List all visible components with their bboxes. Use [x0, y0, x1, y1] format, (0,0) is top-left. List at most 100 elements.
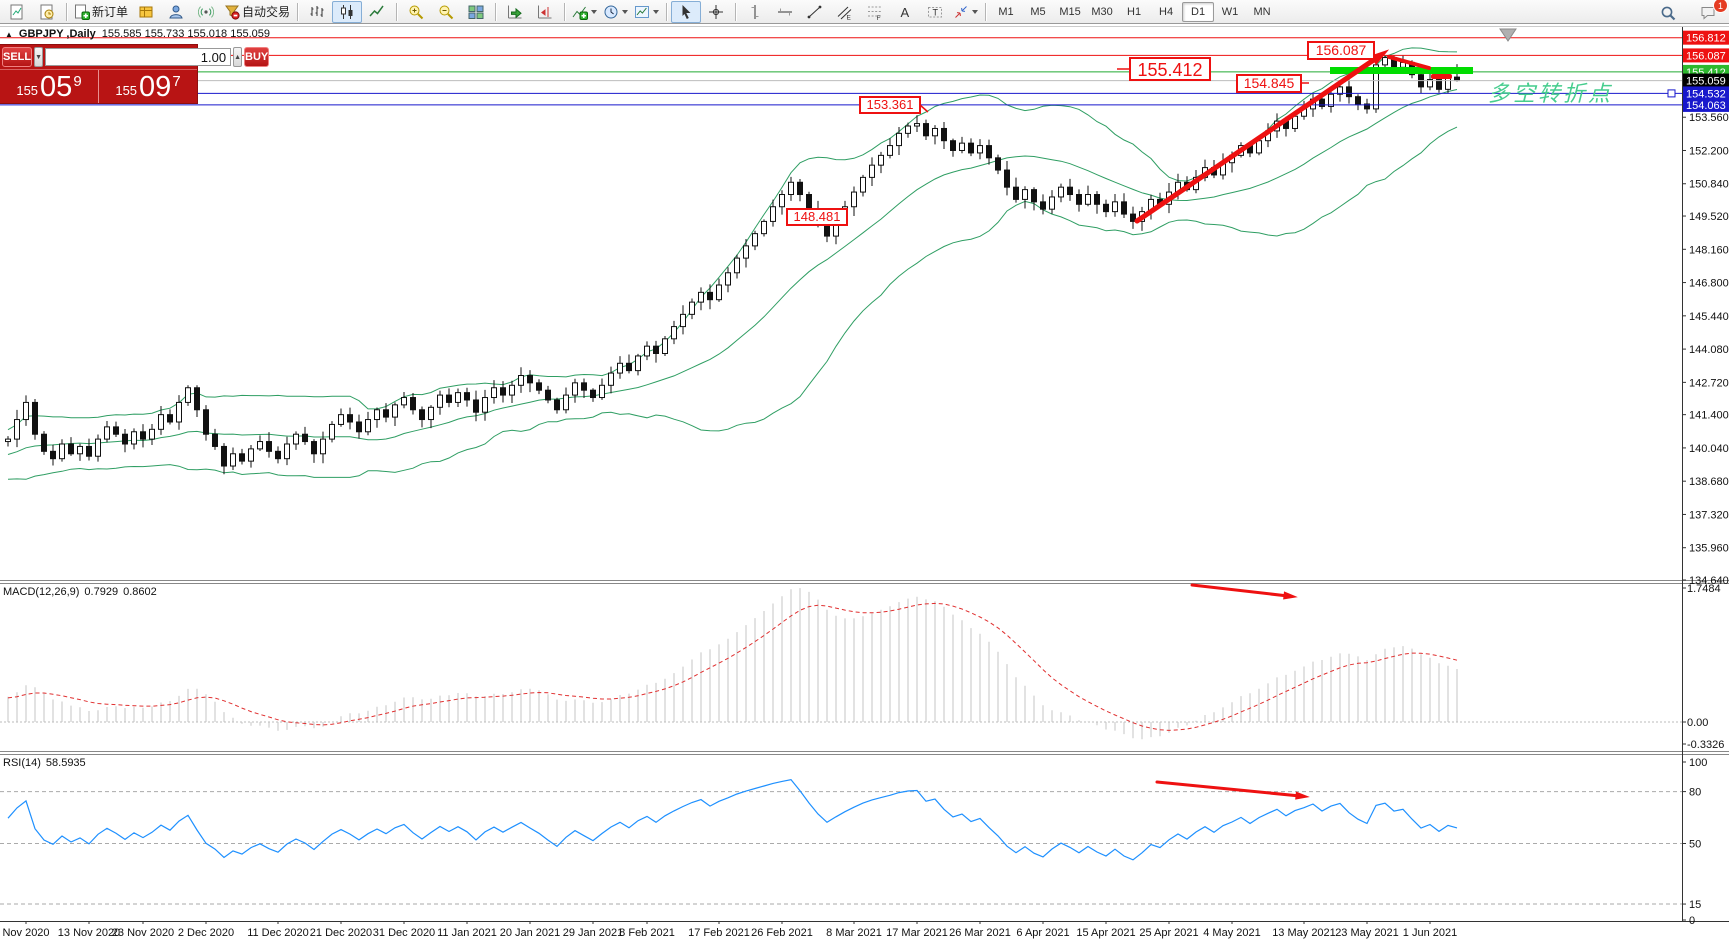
quote-panel-toggle-icon[interactable]: ▲: [5, 30, 13, 39]
svg-text:25 Apr 2021: 25 Apr 2021: [1139, 927, 1198, 939]
svg-text:156.087: 156.087: [1686, 50, 1726, 62]
profiles-button[interactable]: [32, 1, 62, 23]
timeframe-m1-button[interactable]: M1: [990, 2, 1022, 22]
svg-text:0: 0: [1689, 915, 1695, 927]
svg-text:Nov 2020: Nov 2020: [2, 927, 49, 939]
svg-text:15: 15: [1689, 899, 1701, 911]
svg-text:13 May 2021: 13 May 2021: [1272, 927, 1336, 939]
dropdown-caret-icon[interactable]: [622, 10, 628, 14]
new-order-label: 新订单: [92, 3, 128, 20]
new-chart-button[interactable]: [2, 1, 32, 23]
signals-icon: [198, 4, 214, 20]
templates-button[interactable]: [631, 1, 662, 23]
arrows-tool-icon: [953, 4, 969, 20]
periods-button[interactable]: [600, 1, 631, 23]
timeframe-m30-button[interactable]: M30: [1086, 2, 1118, 22]
svg-text:50: 50: [1689, 839, 1701, 851]
svg-text:150.840: 150.840: [1689, 179, 1729, 191]
crosshair-tool-button[interactable]: [701, 1, 731, 23]
chart-area: 153.560152.200150.840149.520148.160146.8…: [0, 0, 1729, 942]
svg-text:144.080: 144.080: [1689, 344, 1729, 356]
vertical-line-tool-icon: [747, 4, 763, 20]
timeframe-mn-button[interactable]: MN: [1246, 2, 1278, 22]
buy-button[interactable]: BUY: [244, 47, 269, 67]
toolbar-separator: [495, 3, 496, 21]
zoom-out-button[interactable]: [431, 1, 461, 23]
market-watch-button[interactable]: [131, 1, 161, 23]
auto-scroll-button[interactable]: [500, 1, 530, 23]
svg-text:1 Jun 2021: 1 Jun 2021: [1403, 927, 1457, 939]
dropdown-caret-icon[interactable]: [653, 10, 659, 14]
svg-text:153.560: 153.560: [1689, 112, 1729, 124]
equidistant-channel-tool-button[interactable]: E: [830, 1, 860, 23]
svg-text:20 Jan 2021: 20 Jan 2021: [500, 927, 561, 939]
candlestick-mode-button[interactable]: [332, 1, 362, 23]
toolbar-separator: [735, 3, 736, 21]
horizontal-line-tool-button[interactable]: [770, 1, 800, 23]
svg-text:-0.3326: -0.3326: [1687, 739, 1724, 751]
vertical-line-tool-button[interactable]: [740, 1, 770, 23]
buy-price[interactable]: 155 09 7: [99, 70, 197, 103]
svg-text:156.087: 156.087: [1316, 42, 1367, 58]
fibonacci-tool-button[interactable]: F: [860, 1, 890, 23]
line-chart-mode-icon: [369, 4, 385, 20]
sell-button[interactable]: SELL: [2, 47, 32, 67]
trendline-tool-button[interactable]: [800, 1, 830, 23]
svg-text:148.160: 148.160: [1689, 244, 1729, 256]
dropdown-caret-icon[interactable]: [972, 10, 978, 14]
svg-text:155.059: 155.059: [1686, 76, 1726, 88]
svg-text:138.680: 138.680: [1689, 476, 1729, 488]
timeframe-h4-button[interactable]: H4: [1150, 2, 1182, 22]
svg-text:29 Jan 2021: 29 Jan 2021: [563, 927, 624, 939]
timeframe-d1-button[interactable]: D1: [1182, 2, 1214, 22]
dropdown-caret-icon[interactable]: [591, 10, 597, 14]
svg-text:8 Feb 2021: 8 Feb 2021: [619, 927, 675, 939]
equidistant-channel-tool-icon: E: [837, 4, 853, 20]
text-tool-button[interactable]: A: [890, 1, 920, 23]
timeframe-m15-button[interactable]: M15: [1054, 2, 1086, 22]
zoom-in-button[interactable]: [401, 1, 431, 23]
svg-text:26 Feb 2021: 26 Feb 2021: [751, 927, 813, 939]
search-button[interactable]: [1653, 2, 1683, 24]
cursor-tool-icon: [678, 4, 694, 20]
bull-bear-turning-point-note[interactable]: 多空转折点: [1488, 81, 1613, 106]
svg-text:135.960: 135.960: [1689, 543, 1729, 555]
indicators-button[interactable]: [569, 1, 600, 23]
navigator-button[interactable]: [161, 1, 191, 23]
indicators-icon: [572, 4, 588, 20]
new-order-button[interactable]: 新订单: [71, 1, 131, 23]
cursor-tool-button[interactable]: [671, 1, 701, 23]
line-chart-mode-button[interactable]: [362, 1, 392, 23]
svg-text:26 Mar 2021: 26 Mar 2021: [949, 927, 1011, 939]
signals-button[interactable]: [191, 1, 221, 23]
svg-text:141.400: 141.400: [1689, 410, 1729, 422]
volume-down-stepper[interactable]: ▼: [34, 47, 43, 67]
chart-shift-button[interactable]: [530, 1, 560, 23]
svg-text:149.520: 149.520: [1689, 211, 1729, 223]
market-watch-icon: [138, 4, 154, 20]
arrows-tool-button[interactable]: [950, 1, 981, 23]
line-handle[interactable]: [1668, 90, 1675, 97]
toolbar-separator: [564, 3, 565, 21]
svg-text:145.440: 145.440: [1689, 311, 1729, 323]
timeframe-m5-button[interactable]: M5: [1022, 2, 1054, 22]
svg-text:4 May 2021: 4 May 2021: [1203, 927, 1260, 939]
tile-windows-button[interactable]: [461, 1, 491, 23]
text-label-tool-button[interactable]: T: [920, 1, 950, 23]
timeframe-h1-button[interactable]: H1: [1118, 2, 1150, 22]
svg-text:156.812: 156.812: [1686, 33, 1726, 45]
svg-text:80: 80: [1689, 787, 1701, 799]
red-dash-mark[interactable]: [1431, 74, 1452, 79]
svg-text:137.320: 137.320: [1689, 509, 1729, 521]
svg-text:140.040: 140.040: [1689, 443, 1729, 455]
bar-chart-mode-button[interactable]: [302, 1, 332, 23]
svg-text:11 Dec 2020: 11 Dec 2020: [247, 927, 309, 939]
svg-text:154.845: 154.845: [1244, 75, 1295, 91]
notifications-button[interactable]: 1: [1693, 2, 1723, 24]
sell-price[interactable]: 155 05 9: [0, 70, 98, 103]
auto-trading-button[interactable]: 自动交易: [221, 1, 293, 23]
svg-text:15 Apr 2021: 15 Apr 2021: [1076, 927, 1135, 939]
volume-input[interactable]: [45, 48, 231, 66]
timeframe-w1-button[interactable]: W1: [1214, 2, 1246, 22]
volume-up-stepper[interactable]: ▲: [233, 47, 242, 67]
